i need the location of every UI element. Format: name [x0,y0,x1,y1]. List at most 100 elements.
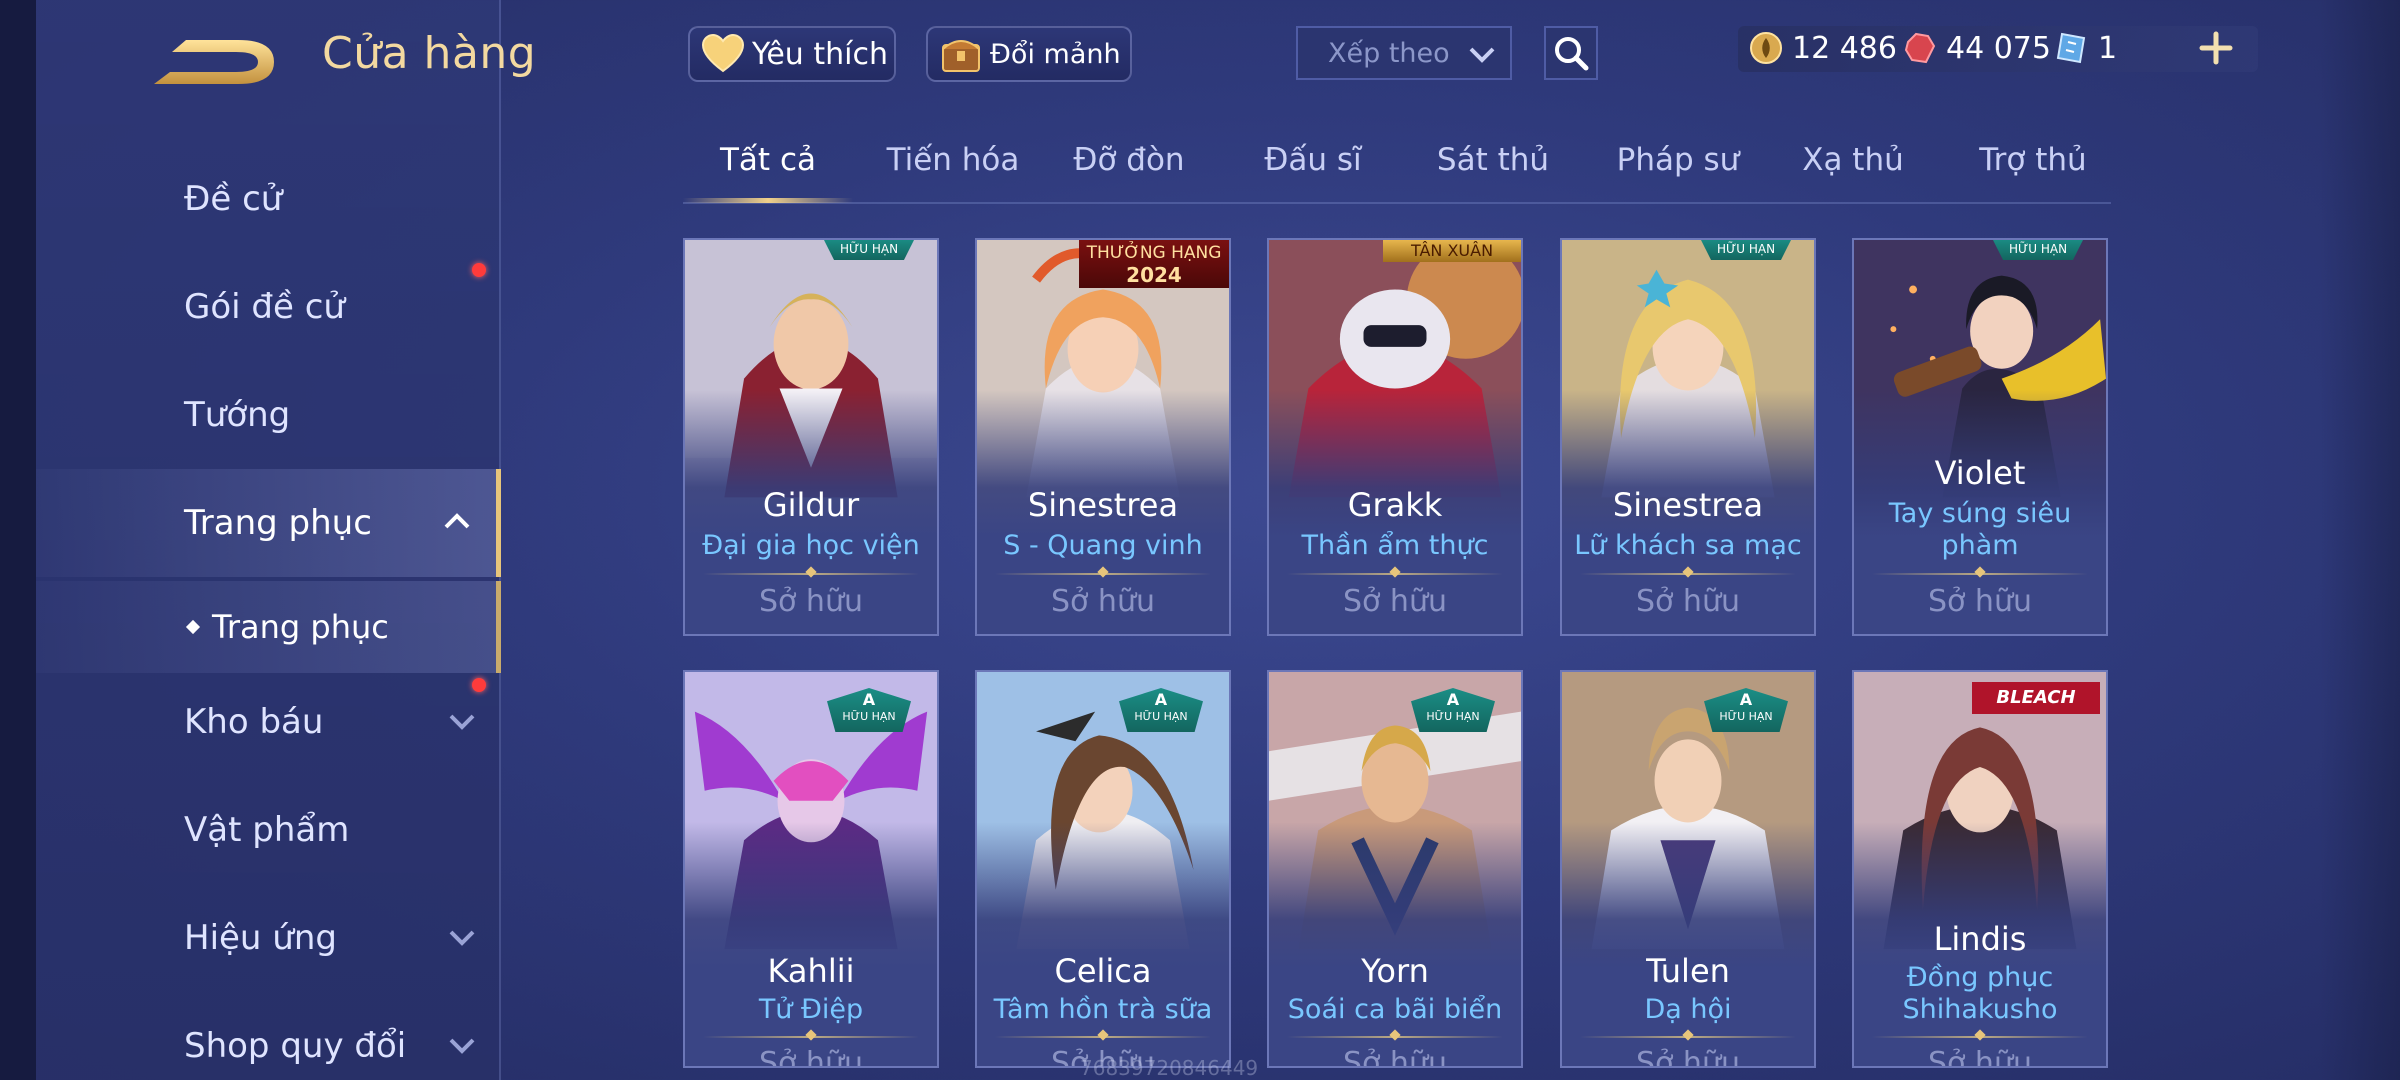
search-button[interactable] [1544,26,1598,80]
skin-name-line2: phàm [1941,530,2019,561]
voucher-amount: 1 [2098,30,2118,66]
sidebar-item-heroes[interactable]: Tướng [36,361,501,469]
sidebar-subitem-skins[interactable]: Trang phục [36,581,501,673]
tab-marksman[interactable]: Xạ thủ [1763,142,1943,202]
sidebar-item-treasure[interactable]: Kho báu [36,668,501,776]
limited-badge: HỮU HẠN [1992,240,2084,260]
ownership-status: Sở hữu [759,584,863,619]
skin-card[interactable]: THƯỞNG HẠNG 2024 Sinestrea S - Quang vin… [975,238,1231,636]
hero-name: Violet [1934,454,2026,492]
sort-dropdown[interactable]: Xếp theo [1296,26,1512,80]
tab-support[interactable]: Trợ thủ [1943,142,2123,202]
card-divider [995,573,1211,575]
coin-balance: 12 486 [1748,30,1897,66]
sidebar-item-recommended-packs[interactable]: Gói đề cử [36,253,501,361]
ownership-status: Sở hữu [1928,1046,2032,1068]
chevron-up-icon [444,513,470,529]
sort-placeholder: Xếp theo [1328,37,1450,69]
shard-exchange-button[interactable]: Đổi mảnh [926,26,1132,82]
chevron-down-icon [449,714,475,730]
skin-card[interactable]: A HỮU HẠN Celica Tâm hồn trà sữa Sở hữu [975,670,1231,1068]
skin-card[interactable]: A HỮU HẠN Kahlii Tử Điệp Sở hữu [683,670,939,1068]
page-title: Cửa hàng [322,28,537,79]
badge-text: HỮU HẠN [1134,710,1188,723]
heart-icon [701,33,745,73]
skin-name: Dạ hội [1644,994,1732,1025]
badge-text: HỮU HẠN [842,710,896,723]
shard-exchange-label: Đổi mảnh [990,38,1121,70]
card-divider [1872,573,2088,575]
skin-name: Tâm hồn trà sữa [993,994,1213,1025]
card-divider [1287,573,1503,575]
skin-name: Đại gia học viện [702,530,920,561]
voucher-balance: 1 [2054,30,2117,66]
tab-mage[interactable]: Pháp sư [1583,142,1773,202]
coin-amount: 12 486 [1792,30,1897,66]
sidebar-item-skins[interactable]: Trang phục [36,469,501,577]
gold-coin-icon [1750,32,1782,64]
card-divider [1872,1036,2088,1038]
tab-fighter[interactable]: Đấu sĩ [1228,142,1398,202]
diamond-bullet-icon [185,619,201,635]
hero-name: Gildur [762,486,860,524]
limited-badge: HỮU HẠN [823,240,915,260]
card-divider [1287,1036,1503,1038]
tab-assassin[interactable]: Sát thủ [1408,142,1578,202]
sidebar-item-label: Shop quy đổi [184,1026,407,1066]
screen-edge-left [0,0,36,1080]
tab-label: Đấu sĩ [1264,142,1362,178]
treasure-chest-icon [942,40,980,72]
skin-card[interactable]: A HỮU HẠN Tulen Dạ hội Sở hữu [1560,670,1816,1068]
skin-name-line2: Shihakusho [1902,994,2058,1025]
screen-edge-right [2320,0,2400,1080]
ownership-status: Sở hữu [1636,584,1740,619]
sidebar-item-label: Đề cử [184,179,283,219]
tab-all[interactable]: Tất cả [683,142,853,202]
rank-reward-ribbon: THƯỞNG HẠNG 2024 [1079,240,1229,288]
hero-name: Lindis [1933,920,2027,958]
notification-dot [472,678,486,692]
sidebar-item-exchange-shop[interactable]: Shop quy đổi [36,992,501,1080]
skin-card[interactable]: HỮU HẠN Sinestrea Lữ khách sa mạc Sở hữu [1560,238,1816,636]
sidebar-item-label: Tướng [184,395,291,435]
tab-label: Tất cả [720,142,816,178]
sidebar-item-items[interactable]: Vật phẩm [36,776,501,884]
chevron-down-icon [1469,47,1495,63]
skin-card[interactable]: A HỮU HẠN Yorn Soái ca bãi biển Sở hữu [1267,670,1523,1068]
favorites-button[interactable]: Yêu thích [688,26,896,82]
add-currency-button[interactable] [2196,28,2236,68]
limited-badge: HỮU HẠN [1700,240,1792,260]
skin-card[interactable]: HỮU HẠN Violet Tay súng siêu phàm Sở hữu [1852,238,2108,636]
skin-name-line1: Đồng phục [1906,962,2054,993]
card-divider [995,1036,1211,1038]
search-icon [1555,37,1589,71]
ownership-status: Sở hữu [759,1046,863,1068]
sidebar-item-effects[interactable]: Hiệu ứng [36,884,501,992]
tab-evolution[interactable]: Tiến hóa [863,142,1043,202]
skin-card[interactable]: HỮU HẠN Gildur Đại gia học viện Sở hữu [683,238,939,636]
plus-icon [2199,31,2233,65]
user-id-watermark: 76839720846449 [1080,1056,1259,1080]
lunar-new-year-tag: TÂN XUÂN [1383,240,1521,262]
sidebar-subitem-label: Trang phục [212,608,389,646]
badge-text: HỮU HẠN [1719,710,1773,723]
hero-name: Yorn [1361,952,1429,990]
skin-card[interactable]: BLEACH Lindis Đồng phục Shihakusho Sở hữ… [1852,670,2108,1068]
tab-tank[interactable]: Đỡ đòn [1049,142,1209,202]
ownership-status: Sở hữu [1343,1046,1447,1068]
back-button[interactable] [150,32,280,92]
tab-label: Đỡ đòn [1073,142,1185,178]
skin-name: Lữ khách sa mạc [1574,530,1802,561]
sidebar-item-label: Kho báu [184,702,324,742]
card-divider [1580,573,1796,575]
hero-name: Grakk [1347,486,1443,524]
chevron-down-icon [449,1038,475,1054]
skin-card[interactable]: TÂN XUÂN Grakk Thần ẩm thực Sở hữu [1267,238,1523,636]
favorites-label: Yêu thích [752,36,888,72]
sidebar-item-recommended[interactable]: Đề cử [36,145,501,253]
notification-dot [472,263,486,277]
collab-logo: BLEACH [1972,682,2100,714]
card-divider [703,573,919,575]
ribbon-year: 2024 [1126,263,1182,287]
back-arrow-icon [154,40,274,84]
